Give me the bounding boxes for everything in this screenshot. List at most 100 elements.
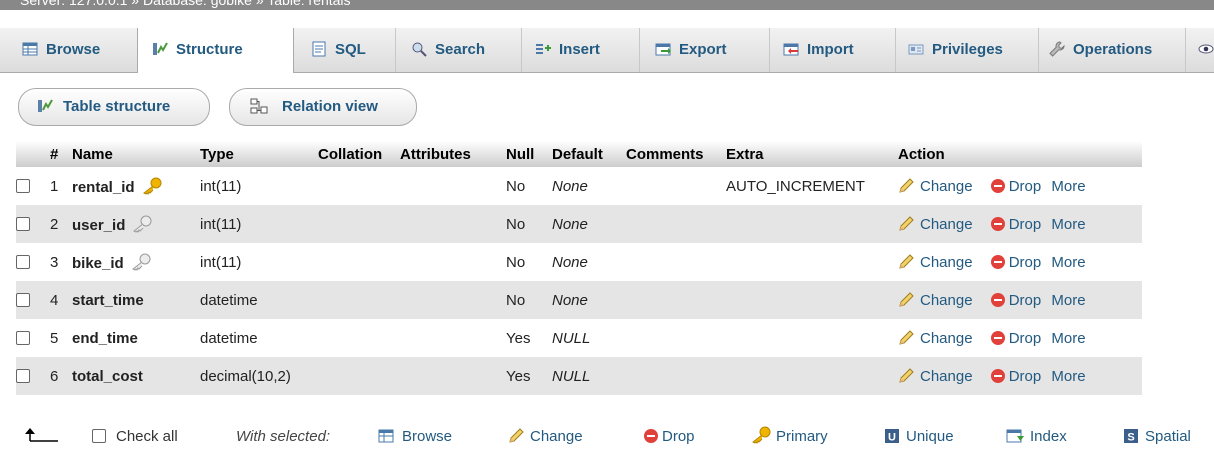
tab-operations[interactable]: Operations xyxy=(1031,28,1186,72)
drop-label: Drop xyxy=(1008,177,1042,195)
drop-button[interactable]: Drop xyxy=(990,254,1041,271)
index-key-icon xyxy=(133,215,152,233)
change-button[interactable]: Change xyxy=(898,216,973,233)
relation-icon xyxy=(250,98,268,114)
tab-sql[interactable]: SQL xyxy=(293,28,396,72)
breadcrumb-database[interactable]: Database: gobike xyxy=(143,0,252,8)
more-dropdown[interactable]: More xyxy=(1051,368,1085,385)
more-dropdown[interactable]: More xyxy=(1051,178,1085,195)
wrench-icon xyxy=(1049,41,1065,57)
row-null: No xyxy=(506,253,526,271)
pencil-icon xyxy=(899,177,914,193)
column-name-link[interactable]: total_cost xyxy=(72,368,143,385)
subtab-table-structure[interactable]: Table structure xyxy=(18,88,210,126)
column-name-link[interactable]: start_time xyxy=(72,292,144,309)
change-button[interactable]: Change xyxy=(898,330,973,347)
drop-button[interactable]: Drop xyxy=(990,177,1042,195)
bulk-actions-bar: Check all With selected: Browse Change D… xyxy=(0,420,1214,454)
bulk-drop-button[interactable]: Drop xyxy=(644,420,695,454)
row-checkbox[interactable] xyxy=(16,216,30,231)
column-name-link[interactable]: end_time xyxy=(72,330,138,347)
column-name-link[interactable]: bike_id xyxy=(72,255,124,272)
row-num: 4 xyxy=(50,281,66,319)
bulk-primary-button[interactable]: Primary xyxy=(750,420,828,454)
insert-icon xyxy=(536,44,551,54)
change-button[interactable]: Change xyxy=(898,292,973,309)
breadcrumb-table[interactable]: Table: rentals xyxy=(267,0,350,8)
drop-button[interactable]: Drop xyxy=(990,216,1041,233)
breadcrumb-server[interactable]: Server: 127.0.0.1 xyxy=(20,0,127,8)
row-num: 1 xyxy=(50,177,59,195)
index-key-icon xyxy=(131,253,151,271)
bulk-index-button[interactable]: Index xyxy=(1006,420,1067,454)
index-icon xyxy=(1006,429,1024,443)
tab-more[interactable] xyxy=(1182,28,1214,72)
row-checkbox[interactable] xyxy=(16,178,30,193)
check-all-checkbox[interactable] xyxy=(92,429,106,443)
sql-icon xyxy=(312,41,326,57)
row-collation xyxy=(318,319,400,357)
bulk-change-button[interactable]: Change xyxy=(508,420,583,454)
tab-export[interactable]: Export xyxy=(637,28,770,72)
tab-search[interactable]: Search xyxy=(393,28,522,72)
tab-privileges[interactable]: Privileges xyxy=(890,28,1039,72)
drop-button[interactable]: Drop xyxy=(990,368,1041,385)
tab-insert[interactable]: Insert xyxy=(519,28,640,72)
tab-browse[interactable]: Browse xyxy=(0,28,159,72)
drop-button[interactable]: Drop xyxy=(990,291,1042,309)
row-attributes xyxy=(400,319,506,357)
row-checkbox[interactable] xyxy=(16,368,30,383)
change-label: Change xyxy=(920,329,973,347)
bulk-browse-button[interactable]: Browse xyxy=(378,420,452,454)
row-extra xyxy=(726,357,898,395)
row-num: 2 xyxy=(50,205,66,243)
row-default: None xyxy=(552,205,626,243)
subtab-relation-view[interactable]: Relation view xyxy=(229,88,417,126)
row-default: NULL xyxy=(552,357,626,395)
tab-structure-label: Structure xyxy=(176,41,243,58)
row-null: No xyxy=(506,177,526,195)
check-all[interactable]: Check all xyxy=(92,420,178,454)
row-null: No xyxy=(506,281,552,319)
row-num: 5 xyxy=(50,329,59,347)
arrow-up-left-icon xyxy=(22,420,62,454)
row-collation xyxy=(318,205,400,243)
more-dropdown[interactable]: More xyxy=(1051,292,1085,309)
change-label: Change xyxy=(920,177,973,195)
row-type: int(11) xyxy=(200,177,242,195)
more-dropdown[interactable]: More xyxy=(1051,254,1085,271)
row-checkbox[interactable] xyxy=(16,330,30,345)
col-header-num: # xyxy=(50,141,66,167)
row-checkbox[interactable] xyxy=(16,254,30,269)
drop-icon xyxy=(990,216,1005,231)
tab-structure[interactable]: Structure xyxy=(137,28,294,73)
svg-text:U: U xyxy=(888,432,896,444)
row-comments xyxy=(626,243,726,281)
tab-sql-label: SQL xyxy=(335,41,366,58)
row-extra: AUTO_INCREMENT xyxy=(726,177,865,195)
row-default: None xyxy=(552,177,588,195)
change-button[interactable]: Change xyxy=(898,178,973,195)
table-row: 4 start_time datetime No None Change Dro… xyxy=(16,281,1142,319)
change-button[interactable]: Change xyxy=(898,368,973,385)
bulk-spatial-button[interactable]: S Spatial xyxy=(1123,420,1191,454)
drop-icon xyxy=(990,330,1005,345)
unique-icon: U xyxy=(885,429,899,444)
bulk-unique-button[interactable]: U Unique xyxy=(884,420,954,454)
search-icon xyxy=(412,42,427,57)
row-extra xyxy=(726,205,898,243)
drop-button[interactable]: Drop xyxy=(990,330,1041,347)
more-dropdown[interactable]: More xyxy=(1051,330,1085,347)
column-name-link[interactable]: user_id xyxy=(72,217,125,234)
change-button[interactable]: Change xyxy=(898,254,973,271)
more-dropdown[interactable]: More xyxy=(1051,216,1085,233)
col-header-default: Default xyxy=(552,141,626,167)
subtab-table-structure-label: Table structure xyxy=(63,98,171,115)
drop-label: Drop xyxy=(1008,291,1042,309)
col-header-attributes: Attributes xyxy=(400,141,506,167)
tab-import[interactable]: Import xyxy=(765,28,896,72)
row-collation xyxy=(318,167,400,205)
primary-key-icon xyxy=(142,177,162,195)
row-checkbox[interactable] xyxy=(16,292,30,307)
column-name-link[interactable]: rental_id xyxy=(72,179,135,196)
